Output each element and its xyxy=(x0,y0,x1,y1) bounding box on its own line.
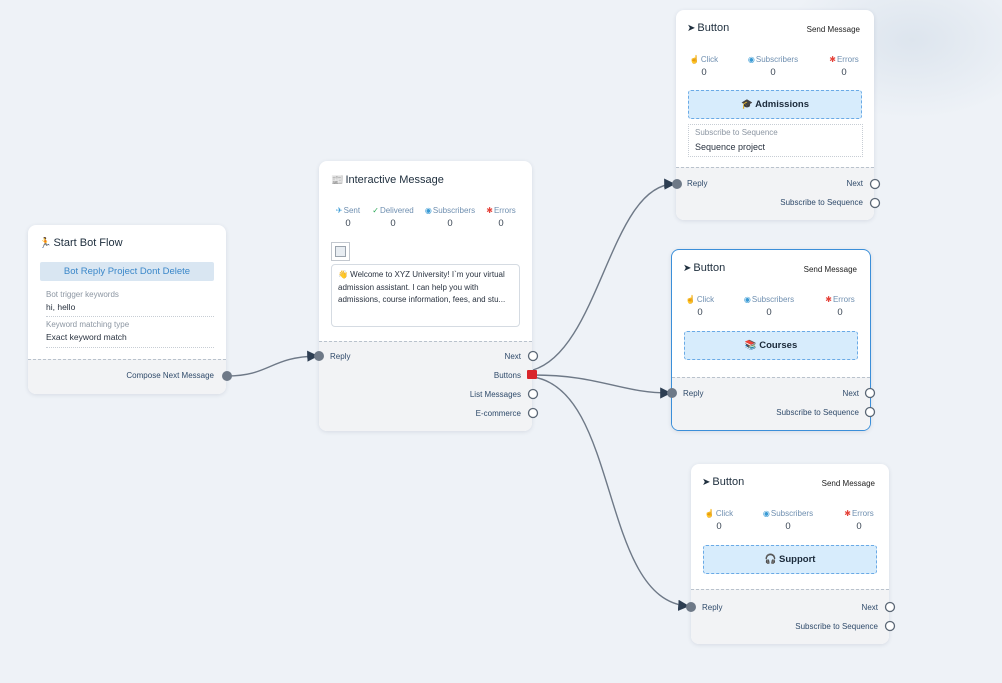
courses-reply-port[interactable] xyxy=(667,388,677,398)
admissions-subscribe-port[interactable] xyxy=(869,197,881,209)
interactive-ecommerce-port[interactable] xyxy=(527,407,539,419)
support-reply-port[interactable] xyxy=(686,602,696,612)
interactive-buttons-port[interactable] xyxy=(527,370,537,379)
admissions-next-port[interactable] xyxy=(869,178,881,190)
courses-subscribe-port[interactable] xyxy=(864,406,876,418)
interactive-next-port[interactable] xyxy=(527,350,539,362)
interactive-list-messages-port[interactable] xyxy=(527,388,539,400)
ports-overlay xyxy=(222,178,896,632)
interactive-reply-port[interactable] xyxy=(314,351,324,361)
support-subscribe-port[interactable] xyxy=(884,620,896,632)
admissions-reply-port[interactable] xyxy=(672,179,682,189)
support-next-port[interactable] xyxy=(884,601,896,613)
start-compose-port[interactable] xyxy=(222,371,232,381)
courses-next-port[interactable] xyxy=(864,387,876,399)
